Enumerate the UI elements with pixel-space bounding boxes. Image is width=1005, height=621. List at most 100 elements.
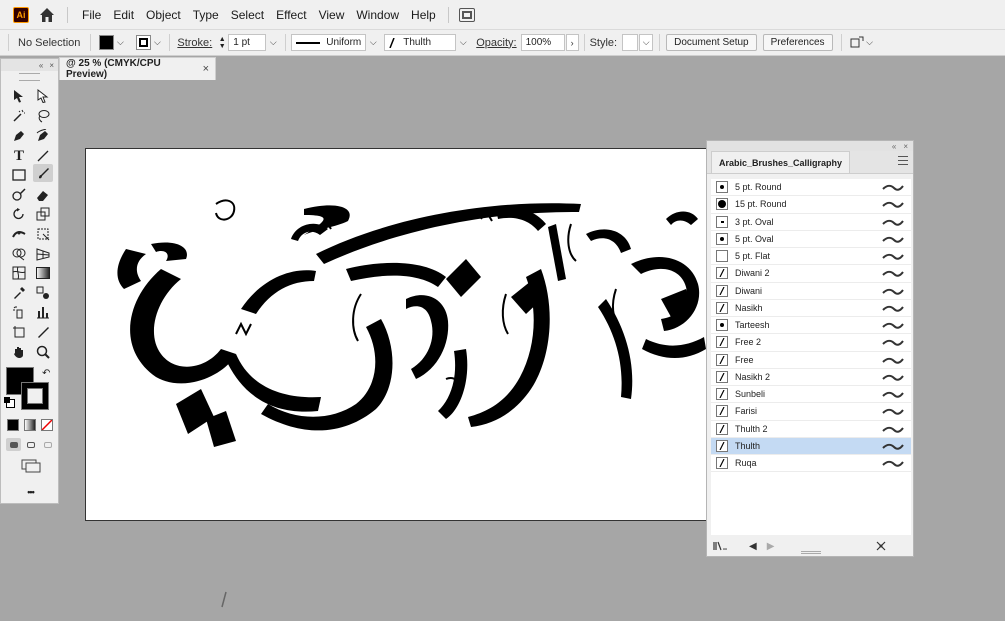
brush-list-item[interactable]: 3 pt. Oval — [711, 214, 911, 231]
brush-list-item[interactable]: Nasikh — [711, 300, 911, 317]
stroke-weight-chevron-icon[interactable]: ⌵ — [266, 36, 280, 50]
menu-window[interactable]: Window — [350, 8, 405, 22]
style-swatch[interactable] — [622, 34, 639, 51]
panel-menu-icon[interactable] — [898, 156, 908, 165]
brush-list-item[interactable]: 5 pt. Oval — [711, 231, 911, 248]
profile-chevron-icon[interactable]: ⌵ — [366, 36, 380, 50]
rectangle-tool-icon[interactable] — [9, 166, 29, 184]
brush-list-item[interactable]: Farisi — [711, 403, 911, 421]
menu-select[interactable]: Select — [225, 8, 270, 22]
free-transform-tool-icon[interactable] — [33, 225, 53, 243]
document-tab[interactable]: @ 25 % (CMYK/CPU Preview) × — [59, 57, 216, 80]
next-library-icon[interactable]: ▶ — [767, 541, 775, 552]
brush-list-item[interactable]: Diwani 2 — [711, 265, 911, 283]
stroke-weight-field[interactable]: 1 pt — [228, 34, 267, 51]
fill-dropdown-chevron-icon[interactable]: ⌵ — [114, 36, 126, 50]
brush-list-item[interactable]: Free 2 — [711, 334, 911, 352]
stepper-up-icon[interactable]: ▲ — [219, 36, 226, 43]
curvature-tool-icon[interactable] — [33, 127, 53, 145]
close-icon[interactable]: × — [903, 142, 908, 151]
brush-list-item[interactable]: Ruqa — [711, 455, 911, 473]
screen-mode-icon[interactable] — [21, 459, 41, 473]
brush-list-item[interactable]: Thulth — [711, 437, 911, 455]
menu-type[interactable]: Type — [187, 8, 225, 22]
menu-edit[interactable]: Edit — [107, 8, 140, 22]
brush-chevron-icon[interactable]: ⌵ — [456, 36, 470, 50]
panel-resize-grip[interactable] — [801, 551, 821, 554]
stepper-down-icon[interactable]: ▼ — [219, 43, 226, 50]
draw-behind-icon[interactable] — [23, 438, 38, 451]
collapse-icon[interactable]: « — [39, 61, 43, 70]
preferences-button[interactable]: Preferences — [762, 34, 833, 51]
brush-list-item[interactable]: 5 pt. Flat — [711, 248, 911, 266]
arrange-chevron-icon[interactable]: ⌵ — [864, 36, 876, 50]
brush-libraries-icon[interactable] — [713, 541, 727, 551]
lasso-tool-icon[interactable] — [33, 107, 53, 125]
menu-file[interactable]: File — [76, 8, 107, 22]
selection-tool-icon[interactable] — [9, 87, 29, 105]
fill-swatch[interactable] — [99, 35, 115, 50]
opacity-field[interactable]: 100% — [520, 34, 565, 51]
mesh-tool-icon[interactable] — [9, 264, 29, 282]
shape-builder-tool-icon[interactable] — [9, 245, 29, 263]
collapse-icon[interactable]: « — [892, 142, 896, 151]
close-icon[interactable]: × — [203, 63, 209, 75]
stroke-color-swatch[interactable] — [21, 382, 49, 410]
previous-library-icon[interactable]: ◀ — [749, 541, 757, 552]
direct-selection-tool-icon[interactable] — [33, 87, 53, 105]
line-tool-icon[interactable] — [33, 147, 53, 165]
brush-list-item[interactable]: Free — [711, 352, 911, 369]
eyedropper-tool-icon[interactable] — [9, 284, 29, 302]
artboard[interactable] — [85, 148, 707, 521]
brush-list-item[interactable]: Tarteesh — [711, 317, 911, 335]
gradient-mode-icon[interactable] — [24, 419, 36, 431]
slice-tool-icon[interactable] — [33, 323, 53, 341]
type-tool-icon[interactable]: T — [9, 147, 29, 165]
tools-grip[interactable] — [19, 73, 40, 81]
stroke-label[interactable]: Stroke: — [177, 37, 212, 49]
draw-inside-icon[interactable] — [40, 438, 55, 451]
color-mode-icon[interactable] — [7, 419, 19, 431]
menu-object[interactable]: Object — [140, 8, 187, 22]
draw-normal-icon[interactable] — [6, 438, 21, 451]
more-tools-icon[interactable]: ••• — [1, 487, 60, 497]
default-fill-stroke-icon[interactable] — [4, 397, 15, 408]
document-setup-button[interactable]: Document Setup — [666, 34, 757, 51]
rotate-tool-icon[interactable] — [9, 205, 29, 223]
brushes-library-tab[interactable]: Arabic_Brushes_Calligraphy — [711, 151, 851, 173]
brush-list-item[interactable]: Sunbeli — [711, 386, 911, 404]
artboard-tool-icon[interactable] — [9, 323, 29, 341]
opacity-arrow-icon[interactable]: › — [565, 34, 579, 51]
zoom-tool-icon[interactable] — [33, 343, 53, 361]
style-chevron-icon[interactable]: ⌵ — [639, 34, 654, 51]
brush-list-item[interactable]: Thulth 2 — [711, 421, 911, 438]
brush-definition[interactable]: Thulth — [384, 34, 457, 51]
shaper-tool-icon[interactable] — [9, 186, 29, 204]
pen-tool-icon[interactable] — [9, 127, 29, 145]
scale-tool-icon[interactable] — [33, 205, 53, 223]
brush-options-icon[interactable] — [875, 540, 887, 552]
menu-help[interactable]: Help — [405, 8, 442, 22]
gradient-tool-icon[interactable] — [33, 264, 53, 282]
menu-view[interactable]: View — [313, 8, 351, 22]
brush-list-item[interactable]: Diwani — [711, 283, 911, 300]
stroke-dropdown-chevron-icon[interactable]: ⌵ — [151, 36, 163, 50]
menu-effect[interactable]: Effect — [270, 8, 312, 22]
eraser-tool-icon[interactable] — [33, 186, 53, 204]
perspective-grid-tool-icon[interactable] — [33, 245, 53, 263]
home-icon[interactable] — [39, 7, 55, 23]
hand-tool-icon[interactable] — [9, 343, 29, 361]
brush-list-item[interactable]: 15 pt. Round — [711, 196, 911, 214]
opacity-label[interactable]: Opacity: — [476, 37, 516, 49]
width-tool-icon[interactable] — [9, 225, 29, 243]
column-graph-tool-icon[interactable] — [33, 303, 53, 321]
paintbrush-tool-icon[interactable] — [33, 164, 53, 182]
arrange-panel-icon[interactable] — [850, 36, 864, 50]
magic-wand-tool-icon[interactable] — [9, 107, 29, 125]
symbol-sprayer-tool-icon[interactable] — [9, 303, 29, 321]
brush-list-item[interactable]: 5 pt. Round — [711, 179, 911, 197]
arrange-documents-icon[interactable] — [458, 7, 475, 22]
close-icon[interactable]: × — [49, 61, 54, 70]
stroke-swatch[interactable] — [136, 35, 152, 50]
brush-list-item[interactable]: Nasikh 2 — [711, 369, 911, 386]
